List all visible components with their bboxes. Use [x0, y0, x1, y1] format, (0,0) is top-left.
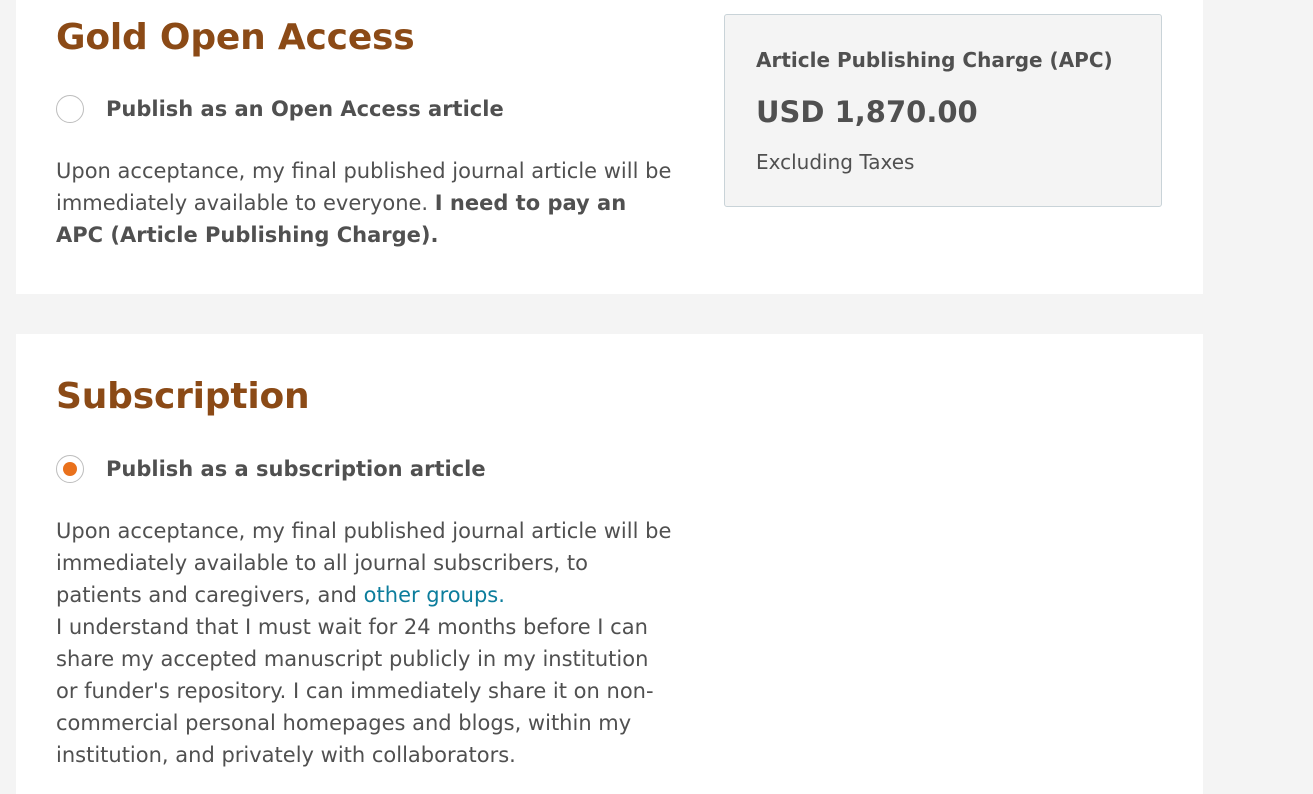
- open-access-radio[interactable]: [56, 95, 84, 123]
- gold-open-access-title: Gold Open Access: [56, 17, 415, 58]
- apc-title: Article Publishing Charge (APC): [756, 48, 1113, 72]
- open-access-option[interactable]: Publish as an Open Access article: [56, 95, 504, 123]
- apc-summary-box: Article Publishing Charge (APC) USD 1,87…: [724, 14, 1162, 207]
- apc-amount: USD 1,870.00: [756, 95, 978, 129]
- subscription-option[interactable]: Publish as a subscription article: [56, 455, 486, 483]
- subscription-radio[interactable]: [56, 455, 84, 483]
- open-access-option-label[interactable]: Publish as an Open Access article: [106, 97, 504, 121]
- subscription-option-label[interactable]: Publish as a subscription article: [106, 457, 486, 481]
- apc-tax-note: Excluding Taxes: [756, 150, 915, 174]
- subscription-description: Upon acceptance, my final published jour…: [56, 515, 676, 771]
- gold-open-access-card: Gold Open Access Publish as an Open Acce…: [16, 0, 1203, 294]
- open-access-description: Upon acceptance, my final published jour…: [56, 155, 676, 251]
- other-groups-link[interactable]: other groups.: [364, 583, 505, 607]
- subscription-sharing-text: I understand that I must wait for 24 mon…: [56, 615, 654, 767]
- subscription-title: Subscription: [56, 376, 310, 417]
- subscription-card: Subscription Publish as a subscription a…: [16, 334, 1203, 794]
